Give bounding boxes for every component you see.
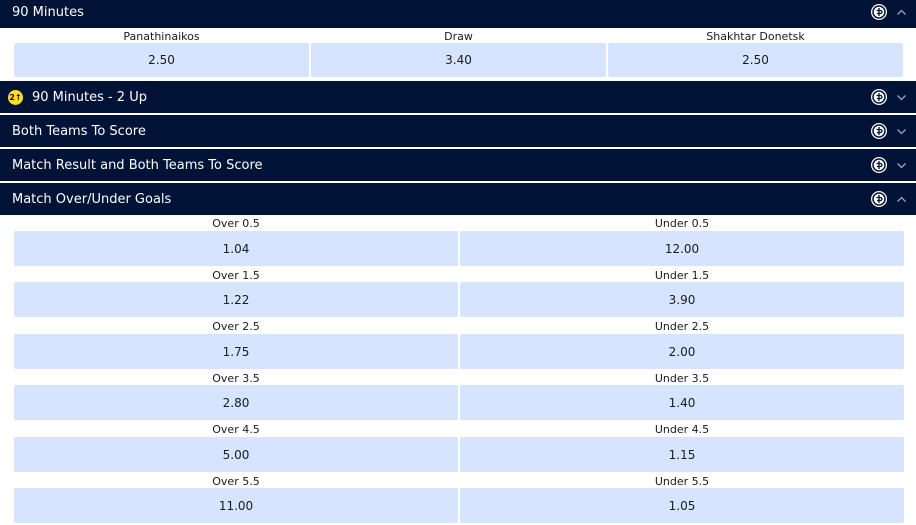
chevron-down-icon[interactable] [896, 92, 907, 103]
chevron-down-icon[interactable] [896, 126, 907, 137]
odds-button-under[interactable]: 2.00 [460, 334, 904, 369]
under-label: Under 3.5 [654, 372, 710, 385]
market-header-over-under-goals[interactable]: Match Over/Under Goals [0, 183, 916, 215]
over-label: Over 5.5 [212, 475, 260, 488]
over-label: Over 3.5 [212, 372, 260, 385]
market-title: Both Teams To Score [12, 123, 146, 139]
under-label: Under 2.5 [654, 320, 710, 333]
under-label: Under 4.5 [654, 423, 710, 436]
header-icons [870, 183, 907, 215]
two-up-badge-icon: 2↑ [8, 89, 23, 105]
market-header-90-minutes[interactable]: 90 Minutes [0, 0, 916, 28]
odds-button-home[interactable]: 2.50 [14, 43, 309, 77]
odds-button-away[interactable]: 2.50 [608, 43, 903, 77]
odds-button-under[interactable]: 12.00 [460, 231, 904, 266]
under-label: Under 1.5 [654, 269, 710, 282]
cash-out-icon[interactable] [870, 88, 888, 106]
market-title: Match Result and Both Teams To Score [12, 157, 263, 173]
header-icons [870, 115, 907, 147]
selection-label: Draw [444, 30, 473, 43]
chevron-down-icon[interactable] [896, 160, 907, 171]
header-icons [870, 0, 907, 28]
odds-button-draw[interactable]: 3.40 [311, 43, 606, 77]
cash-out-icon[interactable] [870, 122, 888, 140]
under-label: Under 0.5 [654, 217, 710, 230]
odds-button-under[interactable]: 1.05 [460, 488, 904, 523]
odds-button-over[interactable]: 1.04 [14, 231, 458, 266]
cash-out-icon[interactable] [870, 190, 888, 208]
odds-button-over[interactable]: 2.80 [14, 385, 458, 420]
under-label: Under 5.5 [654, 475, 710, 488]
selection-label: Shakhtar Donetsk [706, 30, 805, 43]
market-header-2-up[interactable]: 2↑ 90 Minutes - 2 Up [0, 81, 916, 113]
market-title: 90 Minutes - 2 Up [32, 89, 147, 105]
market-title: Match Over/Under Goals [12, 191, 172, 207]
odds-button-over[interactable]: 5.00 [14, 437, 458, 472]
market-title: 90 Minutes [12, 4, 84, 20]
over-label: Over 0.5 [212, 217, 260, 230]
cash-out-icon[interactable] [870, 3, 888, 21]
odds-button-under[interactable]: 1.15 [460, 437, 904, 472]
odds-button-under[interactable]: 1.40 [460, 385, 904, 420]
over-label: Over 2.5 [212, 320, 260, 333]
header-icons [870, 149, 907, 181]
market-header-both-teams-to-score[interactable]: Both Teams To Score [0, 115, 916, 147]
odds-button-over[interactable]: 1.22 [14, 282, 458, 317]
header-icons [870, 81, 907, 113]
odds-button-over[interactable]: 11.00 [14, 488, 458, 523]
market-header-result-and-btts[interactable]: Match Result and Both Teams To Score [0, 149, 916, 181]
over-label: Over 4.5 [212, 423, 260, 436]
selection-label: Panathinaikos [123, 30, 200, 43]
over-label: Over 1.5 [212, 269, 260, 282]
cash-out-icon[interactable] [870, 156, 888, 174]
odds-button-under[interactable]: 3.90 [460, 282, 904, 317]
chevron-up-icon[interactable] [896, 7, 907, 18]
chevron-up-icon[interactable] [896, 194, 907, 205]
odds-button-over[interactable]: 1.75 [14, 334, 458, 369]
